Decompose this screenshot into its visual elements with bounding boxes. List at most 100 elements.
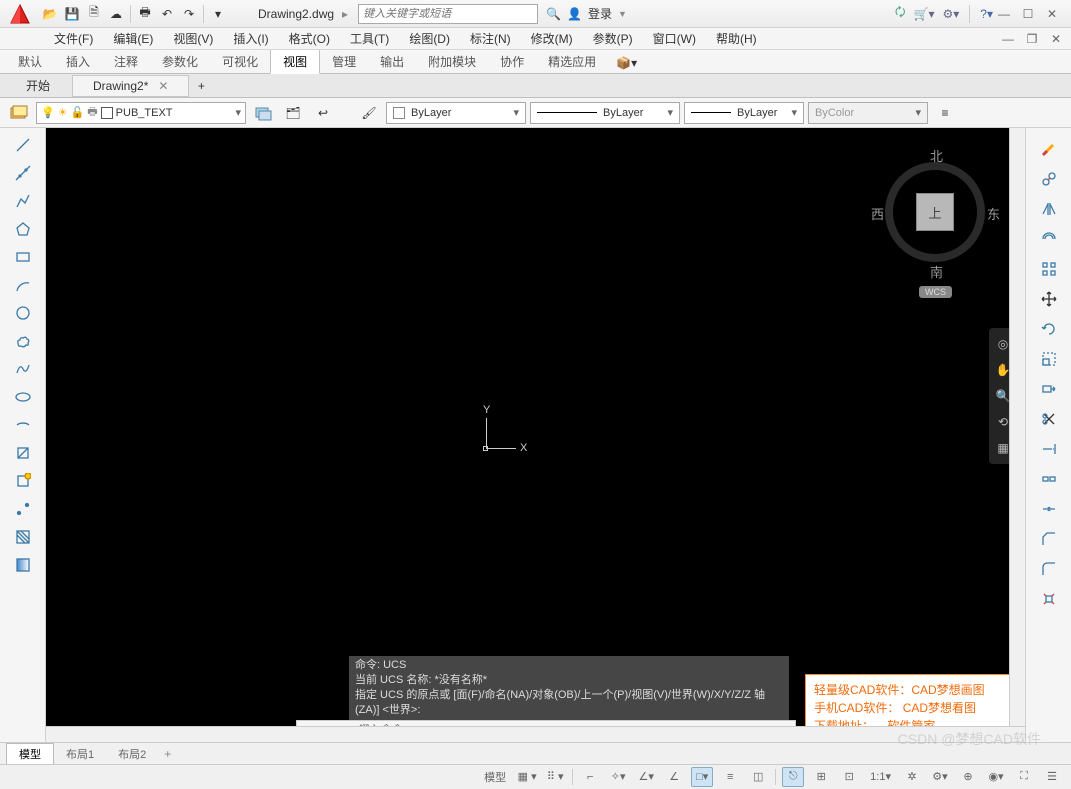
tab-layout1[interactable]: 布局1 [54, 744, 106, 764]
maximize-button[interactable]: ☐ [1017, 5, 1039, 23]
tab-manage[interactable]: 管理 [320, 50, 368, 73]
fillet-tool-icon[interactable] [1036, 556, 1062, 582]
bycolor-dropdown[interactable]: ByColor ▾ [808, 102, 928, 124]
tab-drawing2[interactable]: Drawing2* ✕ [72, 75, 189, 97]
viewcube-east[interactable]: 东 [987, 204, 1000, 223]
layer-iso-icon[interactable]: 🗂 [280, 100, 306, 126]
qat-dropdown-icon[interactable]: ▾ [208, 4, 228, 24]
child-minimize-button[interactable]: — [997, 30, 1019, 48]
exchange-icon[interactable]: 🗘 [895, 3, 906, 24]
redo-icon[interactable]: ↷ [179, 4, 199, 24]
tab-start[interactable]: 开始 [6, 74, 70, 97]
customize-icon[interactable]: ☰ [1041, 767, 1063, 787]
viewcube-top-face[interactable]: 上 [916, 193, 954, 231]
erase-tool-icon[interactable] [1036, 136, 1062, 162]
tab-featured[interactable]: 精选应用 [536, 50, 608, 73]
stretch-tool-icon[interactable] [1036, 376, 1062, 402]
menu-format[interactable]: 格式(O) [279, 28, 340, 49]
minimize-button[interactable]: — [993, 5, 1015, 23]
menu-file[interactable]: 文件(F) [44, 28, 103, 49]
array-tool-icon[interactable] [1036, 256, 1062, 282]
break-tool-icon[interactable] [1036, 466, 1062, 492]
tab-layout2[interactable]: 布局2 [106, 744, 158, 764]
isodraft-icon[interactable]: ∠▾ [635, 767, 657, 787]
file-tab-close-icon[interactable]: ✕ [158, 79, 168, 93]
color-dropdown[interactable]: ByLayer ▾ [386, 102, 526, 124]
viewcube-north[interactable]: 北 [930, 146, 943, 165]
menu-parametric[interactable]: 参数(P) [583, 28, 643, 49]
cart-icon[interactable]: 🛒▾ [914, 7, 935, 21]
selection-cycling-icon[interactable]: ⎋ [782, 767, 804, 787]
tab-collaborate[interactable]: 协作 [488, 50, 536, 73]
grid-icon[interactable]: ▦ ▾ [516, 767, 538, 787]
extend-tool-icon[interactable] [1036, 436, 1062, 462]
app-logo[interactable] [4, 2, 36, 26]
rectangle-tool-icon[interactable] [10, 244, 36, 270]
chamfer-tool-icon[interactable] [1036, 526, 1062, 552]
ribbon-extra-icon[interactable]: 📦▾ [608, 53, 645, 73]
isolate-icon[interactable]: ◉▾ [985, 767, 1007, 787]
arc-tool-icon[interactable] [10, 272, 36, 298]
lineweight-dropdown[interactable]: ByLayer ▾ [530, 102, 680, 124]
osnap-icon[interactable]: □▾ [691, 767, 713, 787]
menu-tools[interactable]: 工具(T) [340, 28, 399, 49]
close-button[interactable]: ✕ [1041, 5, 1063, 23]
line-tool-icon[interactable] [10, 132, 36, 158]
ortho-icon[interactable]: ⌐ [579, 767, 601, 787]
layer-properties-icon[interactable] [6, 100, 32, 126]
vertical-scrollbar[interactable] [1009, 128, 1025, 726]
point-tool-icon[interactable] [10, 496, 36, 522]
tab-view[interactable]: 视图 [270, 49, 320, 74]
save-icon[interactable]: 💾 [62, 4, 82, 24]
polar-icon[interactable]: ✧▾ [607, 767, 629, 787]
menu-insert[interactable]: 插入(I) [223, 28, 278, 49]
hatch-tool-icon[interactable] [10, 524, 36, 550]
circle-tool-icon[interactable] [10, 300, 36, 326]
drawing-canvas[interactable]: Y X 北 南 西 东 上 WCS ◎ ✋ 🔍 ⟲ ▦ 命令: UCS 当前 U… [46, 128, 1025, 742]
viewcube-south[interactable]: 南 [930, 262, 943, 281]
menu-edit[interactable]: 编辑(E) [103, 28, 163, 49]
menu-window[interactable]: 窗口(W) [643, 28, 706, 49]
wcs-badge[interactable]: WCS [919, 286, 952, 298]
layer-dropdown[interactable]: 💡 ☀ 🔓 🖶 PUB_TEXT ▾ [36, 102, 246, 124]
app-icon[interactable]: ⚙▾ [943, 7, 960, 21]
annotation-scale[interactable]: 1:1▾ [866, 767, 895, 787]
revision-cloud-icon[interactable] [10, 328, 36, 354]
spline-tool-icon[interactable] [10, 356, 36, 382]
search-input[interactable] [358, 4, 538, 24]
layout-add-icon[interactable]: + [158, 745, 177, 763]
mirror-tool-icon[interactable] [1036, 196, 1062, 222]
user-icon[interactable]: 👤 [567, 7, 582, 21]
login-dropdown-icon[interactable]: ▼ [618, 9, 627, 19]
hardware-accel-icon[interactable]: ⊕ [957, 767, 979, 787]
file-tab-add-icon[interactable]: + [191, 79, 211, 93]
gradient-tool-icon[interactable] [10, 552, 36, 578]
offset-tool-icon[interactable] [1036, 226, 1062, 252]
tab-visualize[interactable]: 可视化 [210, 50, 270, 73]
menu-help[interactable]: 帮助(H) [706, 28, 767, 49]
layer-prev-icon[interactable]: ↩ [310, 100, 336, 126]
snap-icon[interactable]: ⠿ ▾ [544, 767, 566, 787]
lineweight-display-icon[interactable]: ≡ [719, 767, 741, 787]
ellipse-tool-icon[interactable] [10, 384, 36, 410]
ellipse-arc-icon[interactable] [10, 412, 36, 438]
scale-tool-icon[interactable] [1036, 346, 1062, 372]
tab-model[interactable]: 模型 [6, 743, 54, 764]
menu-view[interactable]: 视图(V) [163, 28, 223, 49]
workspace-icon[interactable]: ⚙▾ [929, 767, 951, 787]
status-model[interactable]: 模型 [480, 767, 510, 787]
child-close-button[interactable]: ✕ [1045, 30, 1067, 48]
clean-screen-icon[interactable]: ⛶ [1013, 767, 1035, 787]
undo-icon[interactable]: ↶ [157, 4, 177, 24]
tab-parametric[interactable]: 参数化 [150, 50, 210, 73]
horizontal-scrollbar[interactable] [46, 726, 1025, 742]
move-tool-icon[interactable] [1036, 286, 1062, 312]
copy-tool-icon[interactable] [1036, 166, 1062, 192]
dynamic-input-icon[interactable]: ⊞ [810, 767, 832, 787]
tab-default[interactable]: 默认 [6, 50, 54, 73]
transparency-icon[interactable]: ◫ [747, 767, 769, 787]
annotation-auto-icon[interactable]: ✲ [901, 767, 923, 787]
osnap-tracking-icon[interactable]: ∠ [663, 767, 685, 787]
tab-output[interactable]: 输出 [368, 50, 416, 73]
child-restore-button[interactable]: ❐ [1021, 30, 1043, 48]
